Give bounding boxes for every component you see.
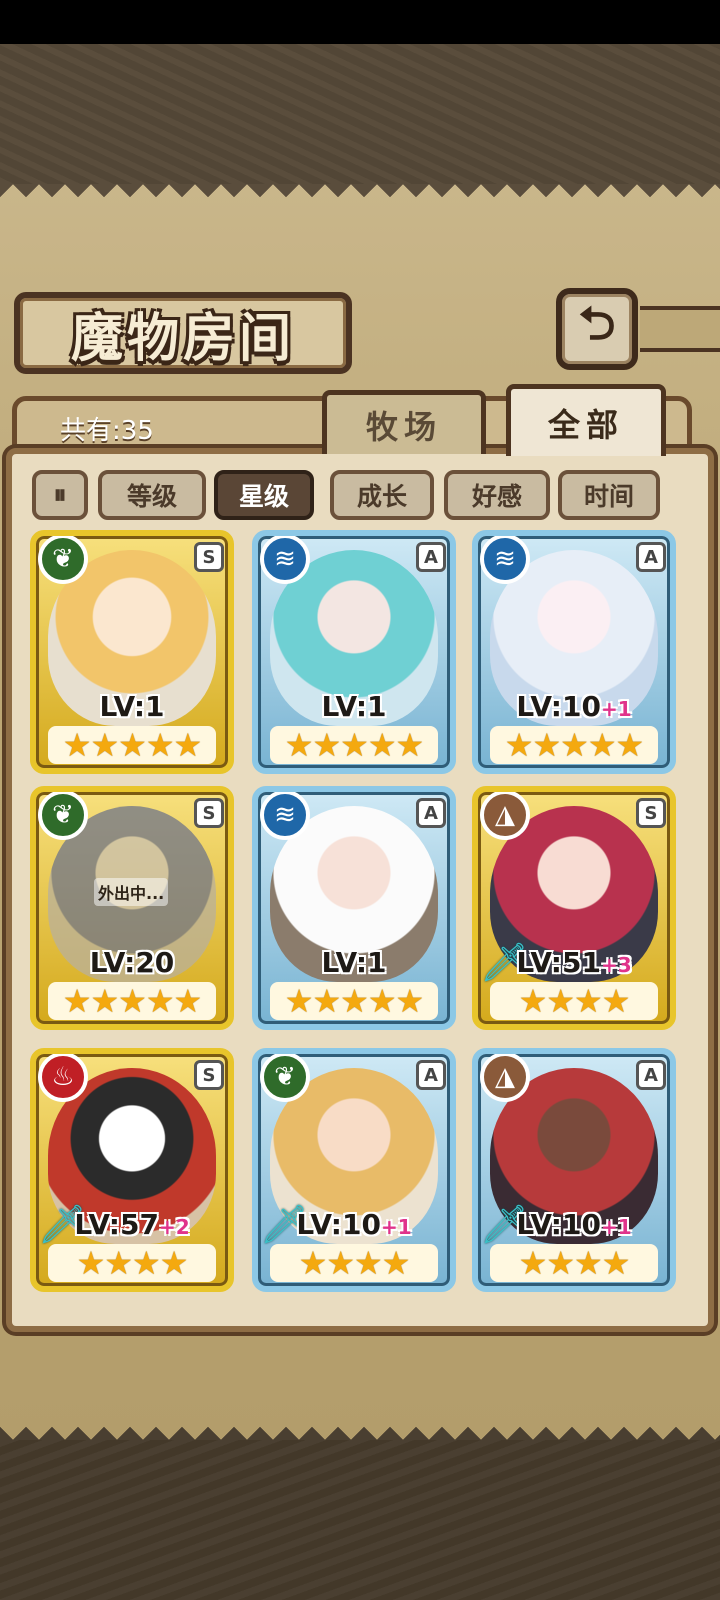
rank-badge: S	[194, 798, 224, 828]
star-rating: ★★★★★	[48, 726, 216, 764]
monster-card[interactable]: ❦ S 外出中... LV:20 ★★★★★	[30, 786, 234, 1030]
level-label: LV:1	[258, 690, 450, 723]
star-rating: ★★★★★	[48, 982, 216, 1020]
level-label: LV:10+1	[478, 1208, 670, 1241]
sort-affection-label: 好感	[471, 482, 522, 511]
star-rating: ★★★★★	[270, 982, 438, 1020]
level-text: LV:1	[99, 690, 165, 723]
status-bar	[0, 0, 720, 44]
level-plus: +2	[158, 1215, 190, 1239]
sort-growth-button[interactable]: 成长	[330, 470, 434, 520]
star-rating: ★★★★★	[270, 726, 438, 764]
mountain-icon: ◮	[480, 792, 530, 840]
rank-badge: S	[194, 1060, 224, 1090]
page-title-text: 魔物房间	[70, 307, 295, 369]
level-label: LV:1	[258, 946, 450, 979]
monster-card[interactable]: ≋ A LV:1 ★★★★★	[252, 530, 456, 774]
level-label: LV:10+1	[258, 1208, 450, 1241]
monster-card[interactable]: ≋ A LV:10+1 ★★★★★	[472, 530, 676, 774]
sort-level-button[interactable]: 等级	[98, 470, 206, 520]
level-text: LV:57	[74, 1208, 159, 1241]
level-label: LV:1	[36, 690, 228, 723]
monster-card[interactable]: ❦ A 🗡 LV:10+1 ★★★★	[252, 1048, 456, 1292]
star-rating: ★★★★	[270, 1244, 438, 1282]
tab-farm-label: 牧场	[365, 407, 442, 446]
level-plus: +3	[600, 953, 632, 977]
level-text: LV:20	[89, 946, 175, 979]
rank-badge: A	[416, 542, 446, 572]
star-rating: ★★★★	[490, 982, 658, 1020]
rank-badge: A	[636, 1060, 666, 1090]
sort-growth-label: 成长	[356, 482, 407, 511]
sort-star-button[interactable]: 星级	[214, 470, 314, 520]
sort-time-label: 时间	[583, 482, 634, 511]
tab-all[interactable]: 全部	[506, 384, 666, 456]
level-text: LV:1	[321, 690, 387, 723]
monster-card[interactable]: ♨ S 🗡 LV:57+2 ★★★★	[30, 1048, 234, 1292]
leaf-icon: ❦	[260, 1054, 310, 1102]
water-icon: ≋	[480, 536, 530, 584]
map-background-top	[0, 44, 720, 184]
sort-order-toggle[interactable]: ⏸	[32, 470, 88, 520]
mountain-icon: ◮	[480, 1054, 530, 1102]
back-button[interactable]: ⮌	[556, 288, 638, 370]
leaf-icon: ❦	[38, 536, 88, 584]
water-icon: ≋	[260, 792, 310, 840]
sort-level-label: 等级	[126, 482, 177, 511]
water-icon: ≋	[260, 536, 310, 584]
level-text: LV:10	[516, 690, 601, 723]
monster-card[interactable]: ≋ A LV:1 ★★★★★	[252, 786, 456, 1030]
monster-card[interactable]: ◮ S 🗡 LV:51+3 ★★★★	[472, 786, 676, 1030]
title-rail	[640, 306, 720, 352]
away-status: 外出中...	[94, 878, 169, 906]
level-text: LV:10	[296, 1208, 381, 1241]
star-rating: ★★★★	[48, 1244, 216, 1282]
rank-badge: S	[194, 542, 224, 572]
sort-star-label: 星级	[238, 482, 289, 511]
sort-time-button[interactable]: 时间	[558, 470, 660, 520]
tab-farm[interactable]: 牧场	[322, 390, 486, 454]
sort-affection-button[interactable]: 好感	[444, 470, 550, 520]
monster-grid: ❦ S LV:1 ★★★★★ ≋ A LV:1 ★★★★★ ≋ A LV:10+1 ★★★★★ ❦ S 外出…	[30, 530, 690, 1310]
level-label: LV:10+1	[478, 690, 670, 723]
tab-all-label: 全部	[547, 405, 624, 444]
back-arrow-icon: ⮌	[578, 296, 616, 350]
level-plus: +1	[600, 697, 632, 721]
star-rating: ★★★★	[490, 1244, 658, 1282]
sort-bar: ⏸ 等级 星级 成长 好感 时间	[28, 470, 668, 522]
flame-icon: ♨	[38, 1054, 88, 1102]
level-text: LV:51	[516, 946, 601, 979]
level-plus: +1	[600, 1215, 632, 1239]
monster-card[interactable]: ◮ A 🗡 LV:10+1 ★★★★	[472, 1048, 676, 1292]
page-title: 魔物房间	[14, 292, 352, 374]
rank-badge: S	[636, 798, 666, 828]
rank-badge: A	[416, 1060, 446, 1090]
rank-badge: A	[636, 542, 666, 572]
level-label: LV:20	[36, 946, 228, 979]
rank-badge: A	[416, 798, 446, 828]
sort-toggle-icon: ⏸	[53, 479, 67, 510]
monster-count: 共有:35	[60, 416, 154, 446]
map-background-bottom	[0, 1440, 720, 1600]
level-label: LV:57+2	[36, 1208, 228, 1241]
level-label: LV:51+3	[478, 946, 670, 979]
level-text: LV:1	[321, 946, 387, 979]
leaf-icon: ❦	[38, 792, 88, 840]
star-rating: ★★★★★	[490, 726, 658, 764]
level-plus: +1	[380, 1215, 412, 1239]
monster-card[interactable]: ❦ S LV:1 ★★★★★	[30, 530, 234, 774]
level-text: LV:10	[516, 1208, 601, 1241]
